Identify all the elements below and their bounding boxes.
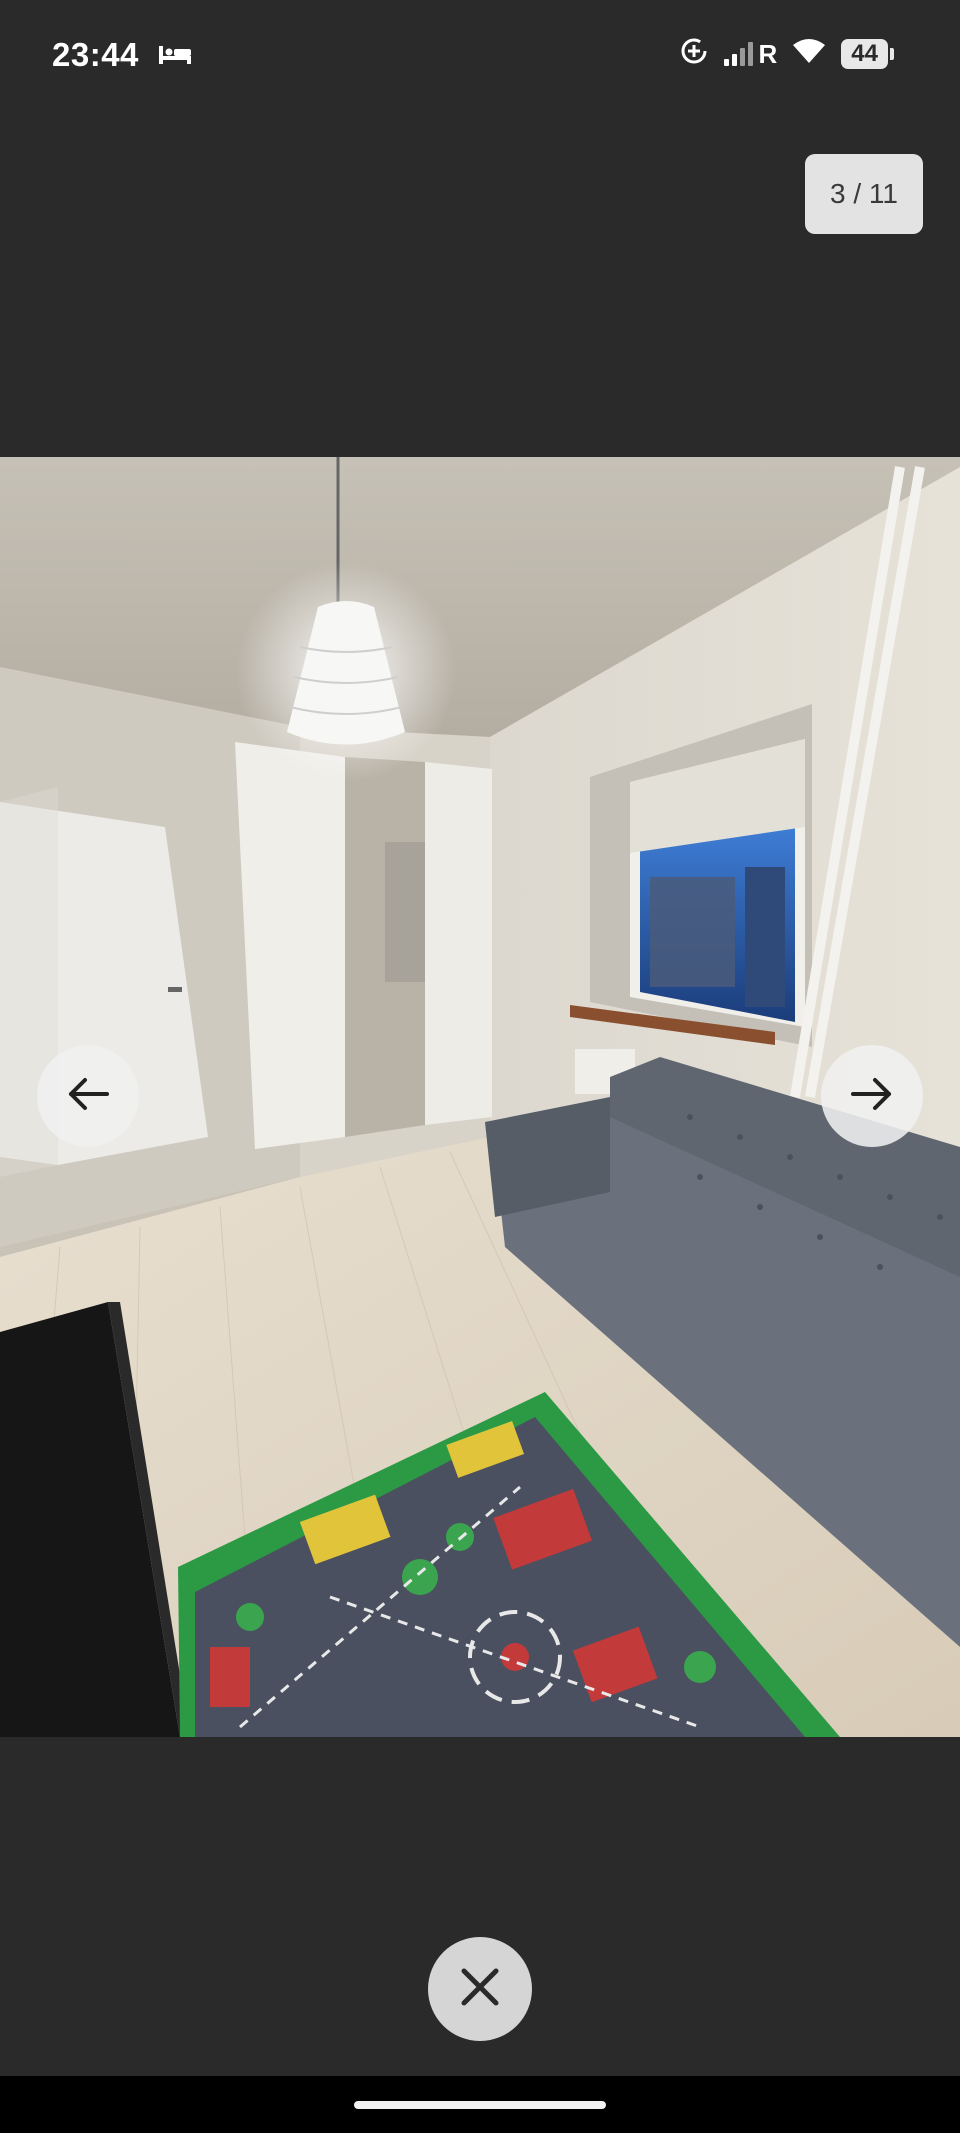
sleep-mode-icon — [158, 44, 192, 71]
next-image-button[interactable] — [821, 1045, 923, 1147]
data-saver-icon — [679, 36, 709, 71]
status-icons: R 44 — [679, 36, 894, 71]
wifi-icon — [791, 37, 827, 70]
network-type-label: R — [758, 38, 778, 69]
battery-icon: 44 — [841, 38, 894, 69]
listing-photo — [0, 457, 960, 1737]
battery-level: 44 — [841, 38, 888, 69]
home-gesture-handle[interactable] — [354, 2101, 606, 2109]
status-bar: 23:44 R 44 — [0, 0, 960, 116]
status-time: 23:44 — [52, 36, 139, 73]
arrow-right-icon — [851, 1077, 893, 1116]
arrow-left-icon — [67, 1077, 109, 1116]
close-viewer-button[interactable] — [428, 1937, 532, 2041]
signal-icon: R — [723, 38, 778, 69]
close-icon — [460, 1967, 500, 2012]
battery-tip — [890, 47, 894, 60]
image-counter: 3 / 11 — [805, 154, 923, 234]
previous-image-button[interactable] — [37, 1045, 139, 1147]
